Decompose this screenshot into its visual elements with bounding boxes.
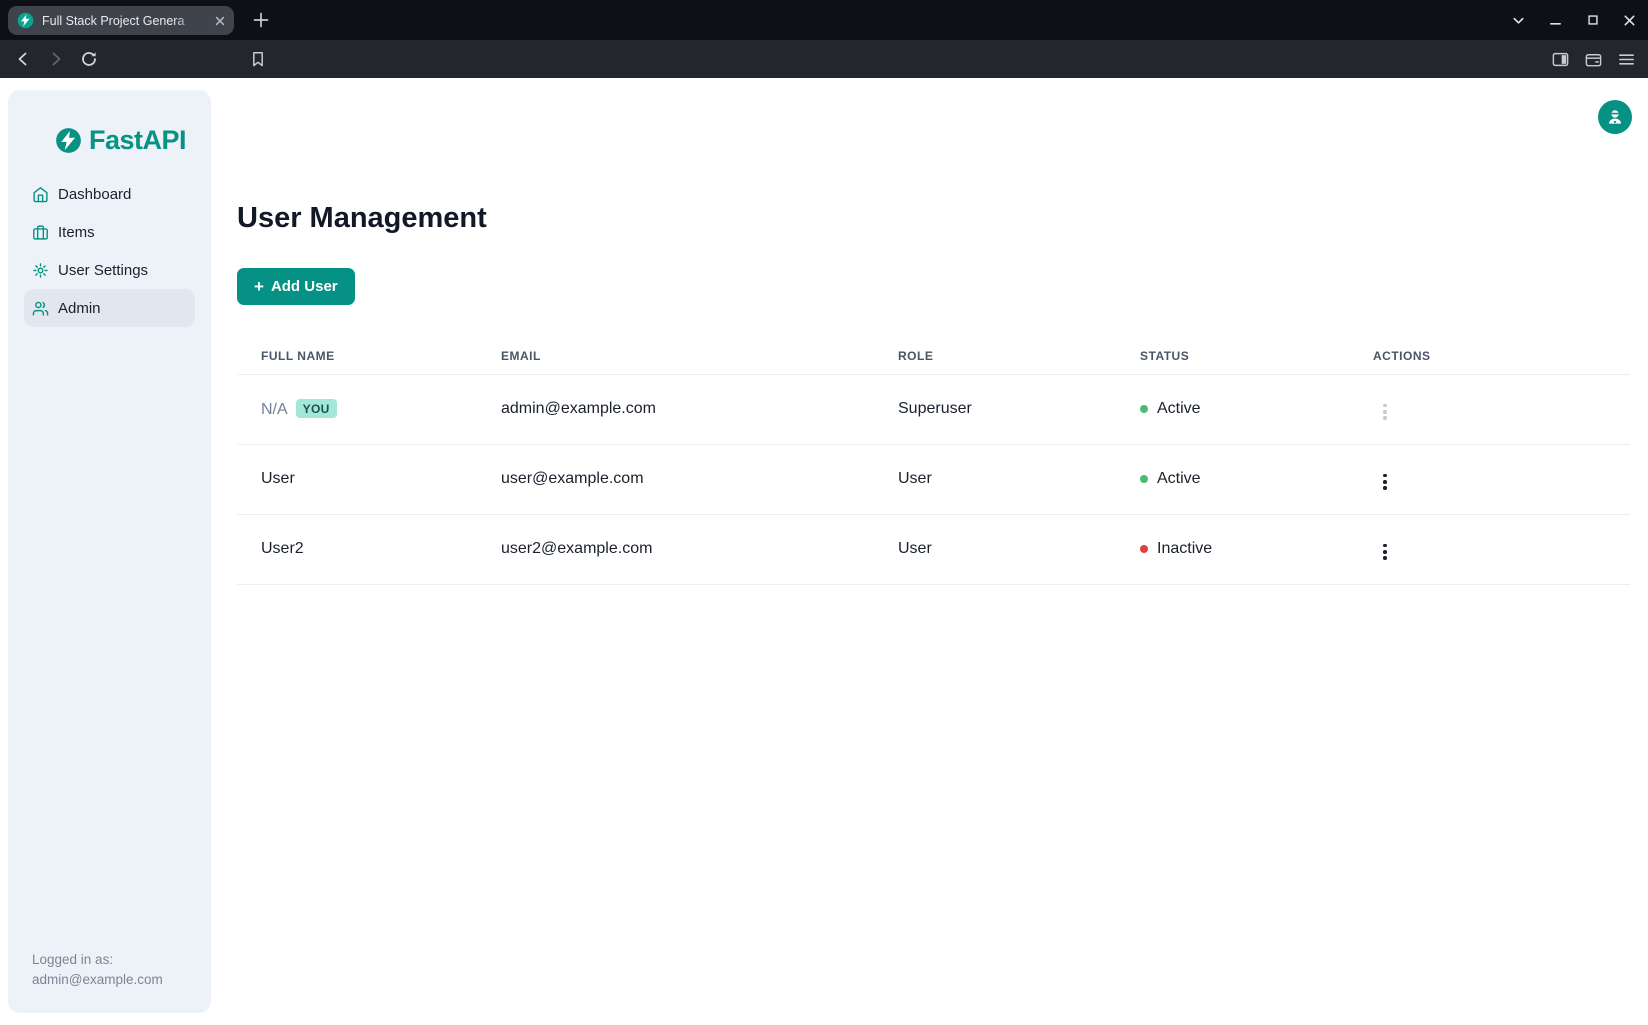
browser-tab[interactable]: Full Stack Project Genera	[8, 6, 234, 35]
briefcase-icon	[32, 224, 49, 241]
forward-icon[interactable]	[47, 50, 65, 68]
cell-actions	[1349, 444, 1630, 514]
cell-email: user@example.com	[477, 444, 874, 514]
close-window-icon[interactable]	[1611, 0, 1648, 40]
fastapi-favicon-icon	[17, 12, 34, 29]
cell-actions	[1349, 374, 1630, 444]
cell-email: user2@example.com	[477, 514, 874, 584]
page-title: User Management	[237, 202, 487, 235]
cell-full-name: User	[237, 444, 477, 514]
sidebar-item-label: User Settings	[58, 262, 148, 279]
tab-close-icon[interactable]	[212, 13, 228, 29]
tab-title: Full Stack Project Genera	[42, 14, 210, 28]
wallet-icon[interactable]	[1584, 50, 1603, 69]
logo-text: FastAPI	[89, 125, 186, 156]
cell-status: Active	[1116, 444, 1349, 514]
app-content: FastAPI Dashboard Items User Settings	[0, 78, 1648, 1025]
row-actions-menu-button	[1377, 400, 1393, 424]
cell-email: admin@example.com	[477, 374, 874, 444]
status-dot-active	[1140, 475, 1148, 483]
add-user-label: Add User	[271, 278, 338, 295]
table-header-row: Full Name Email Role Status Actions	[237, 338, 1630, 374]
cell-status: Active	[1116, 374, 1349, 444]
users-table: Full Name Email Role Status Actions N/AY…	[237, 338, 1630, 585]
table-row: User2 user2@example.com User Inactive	[237, 514, 1630, 584]
logged-in-label: Logged in as:	[32, 950, 163, 970]
back-icon[interactable]	[14, 50, 32, 68]
col-header-full-name: Full Name	[237, 338, 477, 374]
sidebar-nav: Dashboard Items User Settings Admin	[24, 175, 195, 327]
status-dot-inactive	[1140, 545, 1148, 553]
reload-icon[interactable]	[80, 50, 98, 68]
col-header-email: Email	[477, 338, 874, 374]
user-astronaut-icon	[1605, 107, 1625, 127]
fastapi-logo: FastAPI	[55, 125, 186, 156]
browser-toolbar: localhost/admin 1	[0, 40, 1648, 78]
table-row: User user@example.com User Active	[237, 444, 1630, 514]
col-header-status: Status	[1116, 338, 1349, 374]
minimize-icon[interactable]	[1537, 0, 1574, 40]
sidebar-panel-icon[interactable]	[1551, 50, 1570, 69]
browser-tab-bar: Full Stack Project Genera	[0, 0, 1648, 40]
sidebar-item-label: Admin	[58, 300, 101, 317]
cell-status: Inactive	[1116, 514, 1349, 584]
maximize-icon[interactable]	[1574, 0, 1611, 40]
plus-icon: +	[254, 278, 264, 295]
kebab-icon	[1383, 404, 1387, 420]
logged-in-email: admin@example.com	[32, 970, 163, 990]
sidebar-item-dashboard[interactable]: Dashboard	[24, 175, 195, 213]
fastapi-lightning-icon	[55, 127, 82, 154]
users-icon	[32, 300, 49, 317]
sidebar-item-label: Items	[58, 224, 95, 241]
cell-full-name: N/AYOU	[237, 374, 477, 444]
col-header-role: Role	[874, 338, 1116, 374]
user-menu-button[interactable]	[1598, 100, 1632, 134]
tab-search-chevron-icon[interactable]	[1500, 0, 1537, 40]
new-tab-icon[interactable]	[252, 11, 270, 29]
menu-hamburger-icon[interactable]	[1617, 50, 1636, 69]
cell-actions	[1349, 514, 1630, 584]
sidebar: FastAPI Dashboard Items User Settings	[8, 90, 211, 1013]
row-actions-menu-button[interactable]	[1377, 470, 1393, 494]
table-row: N/AYOU admin@example.com Superuser Activ…	[237, 374, 1630, 444]
window-controls	[1500, 0, 1648, 40]
col-header-actions: Actions	[1349, 338, 1630, 374]
cell-full-name: User2	[237, 514, 477, 584]
bookmark-icon[interactable]	[249, 50, 267, 68]
you-badge: YOU	[296, 399, 337, 418]
sidebar-item-admin[interactable]: Admin	[24, 289, 195, 327]
cell-role: User	[874, 444, 1116, 514]
add-user-button[interactable]: + Add User	[237, 268, 355, 305]
cell-role: User	[874, 514, 1116, 584]
status-dot-active	[1140, 405, 1148, 413]
gear-icon	[32, 262, 49, 279]
kebab-icon	[1383, 474, 1387, 490]
logged-in-info: Logged in as: admin@example.com	[32, 950, 163, 990]
sidebar-item-user-settings[interactable]: User Settings	[24, 251, 195, 289]
cell-role: Superuser	[874, 374, 1116, 444]
home-icon	[32, 186, 49, 203]
sidebar-item-items[interactable]: Items	[24, 213, 195, 251]
row-actions-menu-button[interactable]	[1377, 540, 1393, 564]
kebab-icon	[1383, 544, 1387, 560]
sidebar-item-label: Dashboard	[58, 186, 131, 203]
